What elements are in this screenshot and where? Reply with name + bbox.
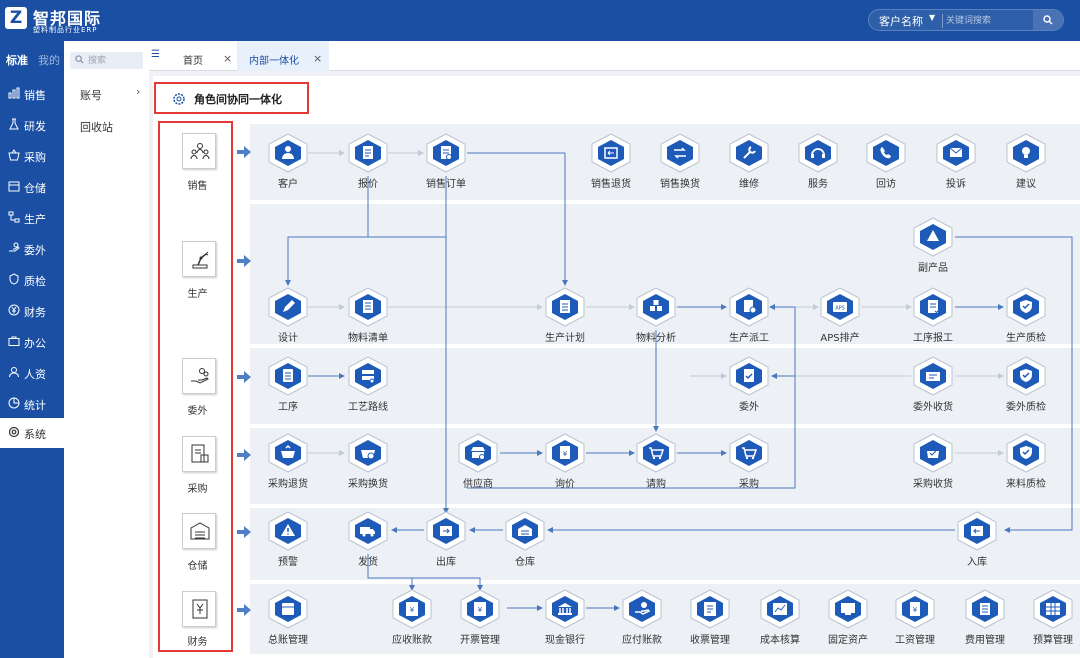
- cgsh-icon: [913, 433, 953, 473]
- node-label: 现金银行: [545, 635, 585, 646]
- scpg-icon: [729, 287, 769, 327]
- node-label: 采购: [739, 479, 759, 490]
- node-label: 工艺路线: [348, 402, 388, 413]
- node-label: 预算管理: [1033, 635, 1073, 646]
- ysgl-icon: [1033, 589, 1073, 629]
- fuwu-icon: [798, 133, 838, 173]
- sheji-icon: [268, 287, 308, 327]
- node-label: 委外: [739, 402, 759, 413]
- fahuo-icon: [348, 511, 388, 551]
- yszk-icon: ¥: [392, 589, 432, 629]
- svg-text:¥: ¥: [563, 450, 568, 458]
- huifang-icon: [866, 133, 906, 173]
- ruku-icon: [957, 511, 997, 551]
- node-label: 预警: [278, 557, 298, 568]
- gys-icon: [458, 433, 498, 473]
- cbhs-icon: [760, 589, 800, 629]
- node-label: 报价: [358, 179, 378, 190]
- svg-text:APS: APS: [835, 306, 845, 312]
- node-label: 收票管理: [690, 635, 730, 646]
- node-label: 仓库: [515, 557, 535, 568]
- node-label: 副产品: [918, 263, 948, 274]
- gylx-icon: [348, 356, 388, 396]
- gzgl-icon: ¥: [895, 589, 935, 629]
- wlfx-icon: [636, 287, 676, 327]
- kehu-icon: [268, 133, 308, 173]
- jianyi-icon: [1006, 133, 1046, 173]
- node-label: 客户: [278, 179, 298, 190]
- node-label: 物料分析: [636, 333, 676, 344]
- svg-text:¥: ¥: [913, 606, 918, 614]
- tousu-icon: [936, 133, 976, 173]
- caigou-icon: [729, 433, 769, 473]
- zzgl-icon: [268, 589, 308, 629]
- node-label: 采购退货: [268, 479, 308, 490]
- xsth-icon: [591, 133, 631, 173]
- fuchanpin-icon: [913, 217, 953, 257]
- cghh-icon: [348, 433, 388, 473]
- xsdd-icon: [426, 133, 466, 173]
- node-label: 出库: [436, 557, 456, 568]
- node-label: 生产计划: [545, 333, 585, 344]
- node-label: 生产质检: [1006, 333, 1046, 344]
- node-label: 总账管理: [268, 635, 308, 646]
- node-label: 工序报工: [913, 333, 953, 344]
- node-label: 销售退货: [591, 179, 631, 190]
- sczj-icon: [1006, 287, 1046, 327]
- node-label: 供应商: [463, 479, 493, 490]
- chuku-icon: [426, 511, 466, 551]
- svg-text:¥: ¥: [478, 606, 483, 614]
- kpgl-icon: ¥: [460, 589, 500, 629]
- svg-text:¥: ¥: [410, 606, 415, 614]
- cangku-icon: [505, 511, 545, 551]
- qinggou-icon: [636, 433, 676, 473]
- node-label: 回访: [876, 179, 896, 190]
- node-label: 开票管理: [460, 635, 500, 646]
- node-label: 建议: [1016, 179, 1036, 190]
- gongxu-icon: [268, 356, 308, 396]
- node-label: 发货: [358, 557, 378, 568]
- node-label: 采购收货: [913, 479, 953, 490]
- yujing-icon: [268, 511, 308, 551]
- weixiu-icon: [729, 133, 769, 173]
- wlqd-icon: [348, 287, 388, 327]
- node-label: APS排产: [820, 333, 860, 344]
- node-label: 销售订单: [426, 179, 466, 190]
- wwsh-icon: [913, 356, 953, 396]
- node-label: 工序: [278, 402, 298, 413]
- node-label: 销售换货: [660, 179, 700, 190]
- node-label: 采购换货: [348, 479, 388, 490]
- scjh-icon: [545, 287, 585, 327]
- node-label: 维修: [739, 179, 759, 190]
- xunjia-icon: ¥: [545, 433, 585, 473]
- weiwai-icon: [729, 356, 769, 396]
- node-label: 设计: [278, 333, 298, 344]
- cgth-icon: [268, 433, 308, 473]
- wwzj-icon: [1006, 356, 1046, 396]
- node-label: 物料清单: [348, 333, 388, 344]
- lljz-icon: [1006, 433, 1046, 473]
- node-label: 询价: [555, 479, 575, 490]
- yfzk-icon: [622, 589, 662, 629]
- xjyh-icon: [545, 589, 585, 629]
- node-label: 入库: [967, 557, 987, 568]
- node-label: 来料质检: [1006, 479, 1046, 490]
- aps-icon: APS: [820, 287, 860, 327]
- fygl-icon: [965, 589, 1005, 629]
- node-label: 委外质检: [1006, 402, 1046, 413]
- baojia-icon: [348, 133, 388, 173]
- node-label: 投诉: [946, 179, 966, 190]
- node-label: 工资管理: [895, 635, 935, 646]
- spgl-icon: [690, 589, 730, 629]
- node-label: 请购: [646, 479, 666, 490]
- gdzc-icon: [828, 589, 868, 629]
- xshh-icon: [660, 133, 700, 173]
- node-label: 生产派工: [729, 333, 769, 344]
- node-label: 委外收货: [913, 402, 953, 413]
- gxbg-icon: [913, 287, 953, 327]
